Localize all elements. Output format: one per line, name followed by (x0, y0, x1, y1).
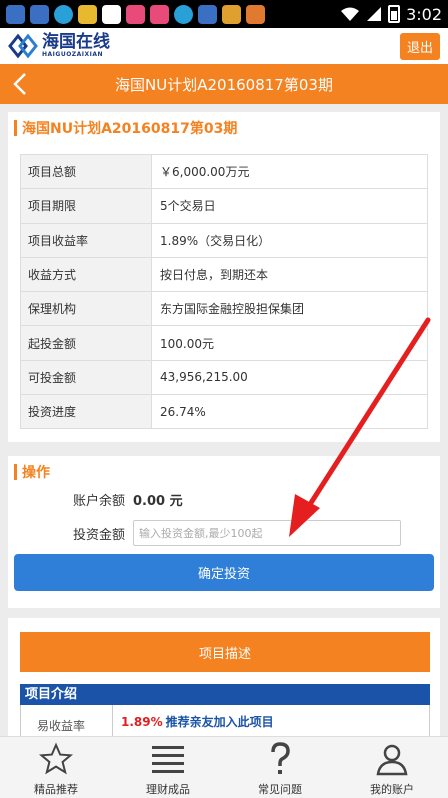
row-value: 东方国际金融控股担保集团 (151, 291, 428, 327)
row-value: 26.74% (151, 394, 428, 430)
brand-header: 海国在线 HAIGUOZAIXIAN 退出 (0, 28, 448, 64)
table-row: 项目期限 5个交易日 (20, 188, 428, 224)
app-icon (78, 4, 97, 24)
notification-icons (6, 4, 265, 24)
nav-item-featured[interactable]: 精品推荐 (0, 737, 112, 798)
balance-label: 账户余额 (72, 494, 125, 509)
bottom-nav: 精品推荐 理财成品 常见问题 我的账户 (0, 736, 448, 798)
project-description-button[interactable]: 项目描述 (20, 632, 430, 672)
intro-row: 易收益率 1.89% 推荐亲友加入此项目 (20, 705, 430, 736)
row-label: 保理机构 (20, 291, 152, 327)
table-row: 项目总额 ￥6,000.00万元 (20, 153, 428, 190)
intro-content: 1.89% 推荐亲友加入此项目 (121, 713, 274, 730)
row-value: ￥6,000.00万元 (151, 153, 428, 190)
wifi-app-icon (6, 4, 25, 24)
title-bar: 海国NU计划A20160817第03期 (0, 64, 448, 104)
balance-row: 账户余额 0.00 元 (8, 490, 183, 509)
table-row: 保理机构 东方国际金融控股担保集团 (20, 291, 428, 327)
row-value: 100.00元 (151, 325, 428, 361)
nav-label: 精品推荐 (34, 783, 78, 796)
battery-icon (388, 5, 401, 23)
logo: 海国在线 HAIGUOZAIXIAN (42, 34, 110, 58)
star-icon (38, 742, 74, 775)
amount-input[interactable] (133, 520, 401, 546)
exit-button[interactable]: 退出 (399, 32, 440, 60)
game-icon (222, 4, 241, 24)
browser-icon (174, 4, 193, 24)
row-label: 投资进度 (20, 394, 152, 430)
wifi-app-icon (198, 4, 217, 24)
heart-icon (150, 4, 169, 24)
project-info-card: 海国NU计划A20160817第03期 项目总额 ￥6,000.00万元 项目期限… (8, 112, 440, 442)
shopping-icon (102, 4, 121, 24)
description-card: 项目描述 项目介绍 易收益率 1.89% 推荐亲友加入此项目 (8, 618, 440, 736)
nav-item-faq[interactable]: 常见问题 (224, 737, 336, 798)
nav-item-products[interactable]: 理财成品 (112, 737, 224, 798)
user-icon (376, 744, 408, 776)
table-row: 可投金额 43,956,215.00 (20, 359, 428, 396)
nav-label: 常见问题 (258, 783, 302, 796)
amount-row: 投资金额 (8, 520, 401, 546)
row-value: 5个交易日 (151, 188, 428, 224)
nav-label: 理财成品 (146, 783, 190, 796)
logo-icon (8, 33, 38, 59)
row-label: 起投金额 (20, 325, 152, 361)
balance-value: 0.00 元 (133, 494, 183, 509)
operation-card: 操作 账户余额 0.00 元 投资金额 确定投资 (8, 456, 440, 608)
intro-header: 项目介绍 (20, 684, 430, 705)
page-title: 海国NU计划A20160817第03期 (115, 75, 333, 94)
row-value: 1.89%（交易日化） (151, 222, 428, 258)
list-icon (152, 746, 184, 773)
logo-subtitle: HAIGUOZAIXIAN (42, 51, 104, 58)
row-label: 项目收益率 (20, 222, 152, 258)
table-row: 投资进度 26.74% (20, 394, 428, 430)
project-name: 海国NU计划A20160817第03期 (22, 121, 238, 137)
wifi-app-icon (30, 4, 49, 24)
row-label: 项目期限 (20, 188, 152, 224)
table-row: 起投金额 100.00元 (20, 325, 428, 361)
clock: 3:02 (406, 4, 442, 24)
logo-name: 海国在线 (42, 32, 110, 52)
status-bar: 3:02 (0, 0, 448, 28)
rate-value: 1.89% (121, 715, 163, 729)
row-value: 按日付息，到期还本 (151, 256, 428, 293)
heart-icon (126, 4, 145, 24)
game-icon (246, 4, 265, 24)
nav-label: 我的账户 (370, 783, 414, 796)
operation-heading: 操作 (22, 465, 50, 481)
section-marker (14, 120, 17, 136)
nav-item-account[interactable]: 我的账户 (336, 737, 448, 798)
project-section-title: 海国NU计划A20160817第03期 (8, 112, 440, 144)
table-row: 收益方式 按日付息，到期还本 (20, 256, 428, 293)
operation-section-title: 操作 (8, 456, 440, 488)
browser-icon (54, 4, 73, 24)
intro-label: 易收益率 (21, 705, 113, 736)
question-icon (271, 742, 290, 774)
section-marker (14, 464, 17, 480)
invite-link[interactable]: 推荐亲友加入此项目 (166, 715, 274, 729)
row-label: 可投金额 (20, 359, 152, 396)
row-label: 项目总额 (20, 153, 152, 190)
table-row: 项目收益率 1.89%（交易日化） (20, 222, 428, 258)
confirm-invest-button[interactable]: 确定投资 (14, 554, 434, 591)
row-value: 43,956,215.00 (151, 359, 428, 396)
cell-signal-icon (367, 7, 382, 21)
row-label: 收益方式 (20, 256, 152, 293)
wifi-signal-icon (341, 7, 360, 21)
back-icon[interactable] (8, 70, 34, 98)
amount-label: 投资金额 (72, 527, 125, 543)
project-info-table: 项目总额 ￥6,000.00万元 项目期限 5个交易日 项目收益率 1.89%（交易日… (20, 153, 428, 430)
